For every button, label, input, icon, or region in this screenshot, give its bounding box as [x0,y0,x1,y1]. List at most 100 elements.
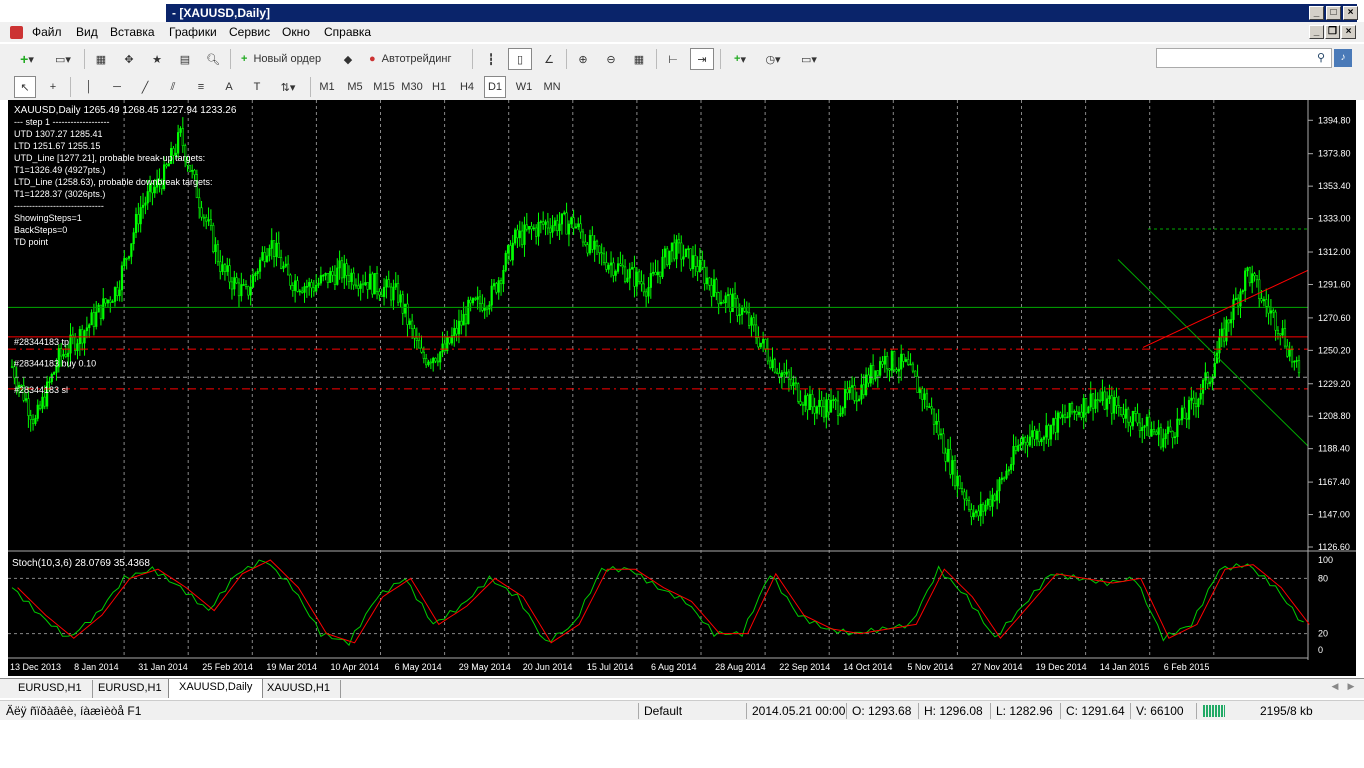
indicators-icon[interactable]: + ▾ [726,48,754,70]
date-tick-label: 15 Jul 2014 [587,662,634,672]
tab-xauusd-h1[interactable]: XAUUSD,H1 [257,680,341,698]
tile-windows-icon[interactable]: ▦ [628,48,650,70]
candle-body [1131,410,1134,427]
candle-body [191,169,194,172]
arrows-icon[interactable]: ⇅▾ [274,76,302,98]
menu-help[interactable]: Справка [324,25,371,39]
candle-body [1232,299,1235,320]
text-icon[interactable]: A [218,76,240,98]
timeframe-m30[interactable]: M30 [400,76,424,98]
candle-body [834,399,837,402]
new-order-button[interactable]: + Новый ордер [236,48,326,70]
profiles-icon[interactable]: ▭▾ [48,48,78,70]
app-icon[interactable] [10,26,23,39]
candle-body [396,283,400,303]
templates-icon[interactable]: ▭▾ [794,48,824,70]
candle-body [506,245,510,254]
zoom-out-icon[interactable]: ⊖ [600,48,622,70]
new-chart-icon[interactable]: + ▾ [10,48,44,70]
terminal-icon[interactable]: ▤ [174,48,196,70]
status-help: Äëÿ ñïðàâêè, íàæìèòå F1 [6,704,142,718]
market-watch-icon[interactable]: ▦ [90,48,112,70]
price-tick-label: 1167.40 [1318,477,1350,487]
timeframe-m15[interactable]: M15 [372,76,396,98]
candle-body [48,381,51,384]
data-window-icon[interactable]: ✥ [118,48,140,70]
line-chart-icon[interactable]: ∠ [538,48,560,70]
crosshair-icon[interactable]: + [42,76,64,98]
menu-charts[interactable]: Графики [169,25,217,39]
autotrading-button[interactable]: ● Автотрейдинг [364,48,464,70]
candle-body [635,271,638,287]
autoscroll-icon[interactable]: ⇥ [690,48,714,70]
tab-eurusd-h1-2[interactable]: EURUSD,H1 [88,680,173,698]
chart-window[interactable]: 1233.26#28344183 tp#28344183 buy 0.10#28… [8,100,1356,676]
horizontal-line-icon[interactable]: ─ [106,76,128,98]
candle-body [1003,477,1006,480]
cursor-icon[interactable]: ↖ [14,76,36,98]
candle-body [530,225,533,230]
candle-body [476,296,479,300]
candle-body [284,263,287,267]
candle-body [1159,427,1163,448]
text-label-icon[interactable]: T [246,76,268,98]
candlestick-icon[interactable]: ▯ [508,48,532,70]
zoom-in-icon[interactable]: ⊕ [572,48,594,70]
candle-body [261,252,264,261]
candle-body [1127,408,1130,423]
menu-file[interactable]: Файл [32,25,62,39]
menu-tools[interactable]: Сервис [229,25,270,39]
tab-xauusd-daily[interactable]: XAUUSD,Daily [168,678,264,698]
strategy-tester-icon[interactable]: 🔍︎ [202,48,224,70]
candle-body [820,399,823,408]
vertical-line-icon[interactable]: │ [78,76,100,98]
fibonacci-icon[interactable]: ≡ [190,76,212,98]
candle-body [752,317,755,326]
menu-insert[interactable]: Вставка [110,25,155,39]
tabs-scroll-right-icon[interactable]: ▶ [1344,681,1358,695]
tabs-scroll-left-icon[interactable]: ◀ [1328,681,1342,695]
candle-body [357,285,360,289]
menu-view[interactable]: Вид [76,25,98,39]
timeframe-d1[interactable]: D1 [484,76,506,98]
navigator-icon[interactable]: ★ [146,48,168,70]
candle-body [1000,477,1003,480]
chart-canvas[interactable]: 1233.26#28344183 tp#28344183 buy 0.10#28… [8,100,1356,676]
search-input[interactable]: ⚲ [1156,48,1332,68]
candle-body [797,383,800,402]
trendline-icon[interactable]: ╱ [134,76,156,98]
candle-body [43,396,46,407]
candle-body [308,282,311,287]
maximize-icon[interactable]: □ [1326,6,1341,20]
periods-icon[interactable]: ◷▾ [758,48,788,70]
candle-body [731,293,734,313]
menu-window[interactable]: Окно [282,25,310,39]
bar-chart-icon[interactable]: ┇ [480,48,502,70]
close-icon[interactable]: × [1343,6,1358,20]
candle-body [911,363,914,372]
connection-icon[interactable] [1203,705,1225,717]
timeframe-mn[interactable]: MN [540,76,564,98]
notification-icon[interactable]: ♪ [1334,49,1352,67]
candle-body [31,419,35,424]
child-minimize-icon[interactable]: _ [1309,25,1324,39]
candle-body [572,217,575,229]
timeframe-m1[interactable]: M1 [316,76,338,98]
candle-body [1190,397,1193,401]
tab-eurusd-h1-1[interactable]: EURUSD,H1 [8,680,93,698]
child-close-icon[interactable]: × [1341,25,1356,39]
candle-body [364,282,367,286]
chart-shift-icon[interactable]: ⊢ [662,48,684,70]
timeframe-h1[interactable]: H1 [428,76,450,98]
child-restore-icon[interactable]: ❐ [1325,25,1340,39]
timeframe-w1[interactable]: W1 [512,76,536,98]
candle-body [1068,402,1071,418]
search-icon[interactable]: ⚲ [1317,51,1325,64]
equidistant-channel-icon[interactable]: ⫽ [162,76,184,98]
timeframe-m5[interactable]: M5 [344,76,366,98]
metaeditor-icon[interactable]: ◆ [336,48,360,70]
candle-body [612,262,615,276]
minimize-icon[interactable]: _ [1309,6,1324,20]
timeframe-h4[interactable]: H4 [456,76,478,98]
candle-body [542,221,545,225]
